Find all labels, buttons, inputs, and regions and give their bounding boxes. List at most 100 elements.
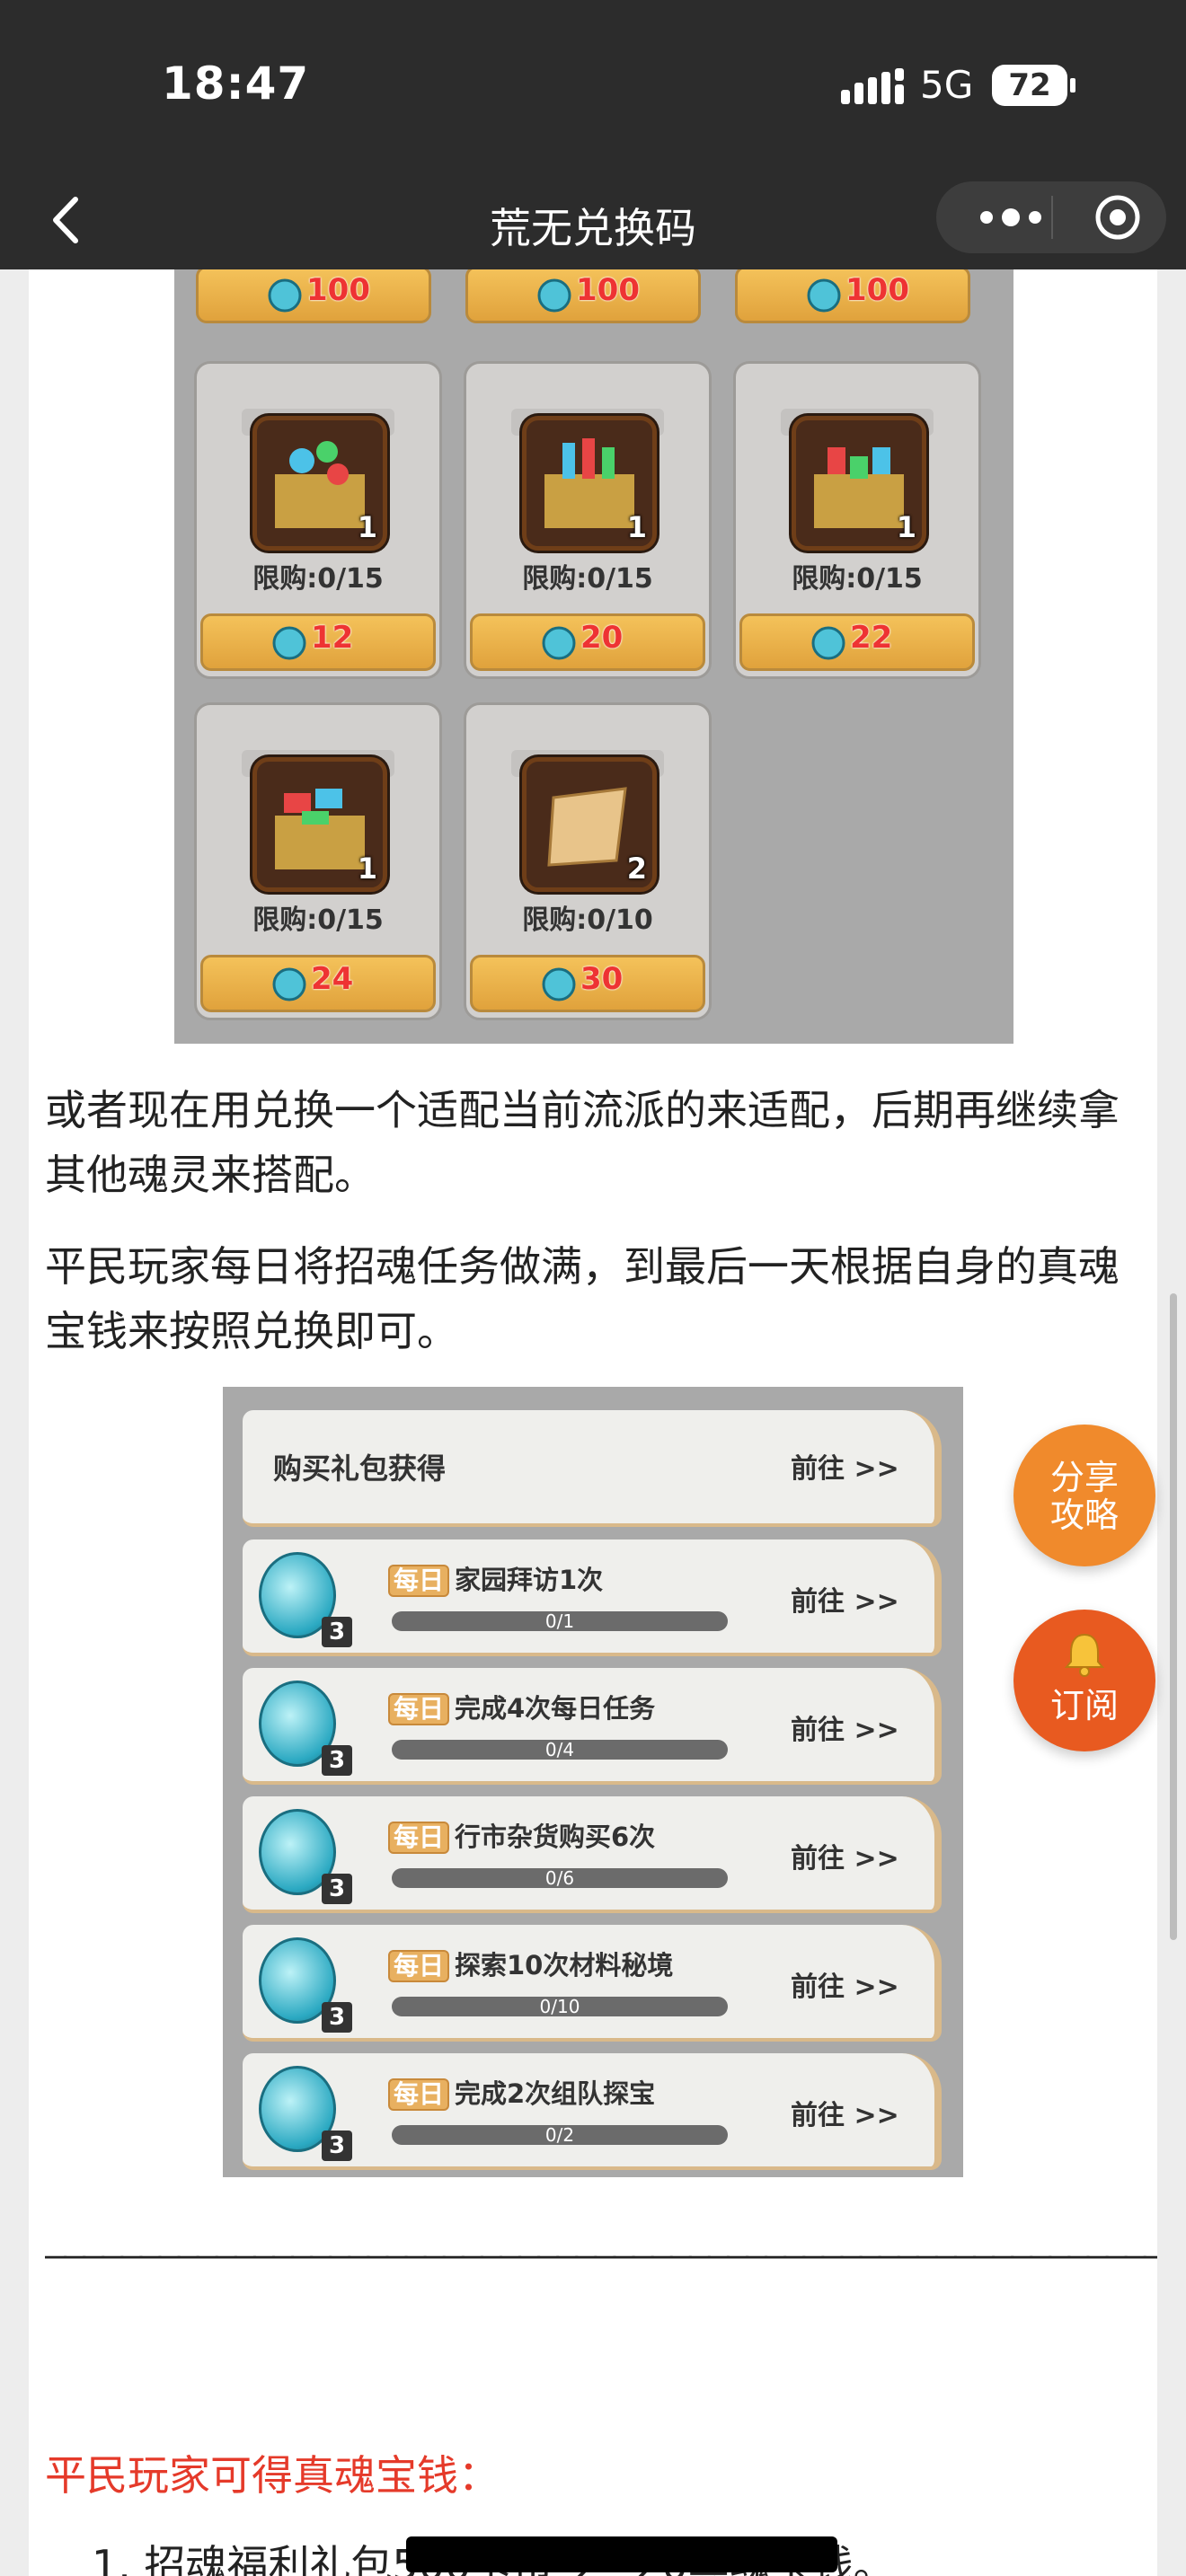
treasure-chest-icon: 1 <box>252 416 387 551</box>
signal-icon <box>841 68 904 104</box>
task-row: 3 每日 家园拜访1次 0/1 前往 >> <box>243 1539 942 1656</box>
item-count: 1 <box>357 510 377 544</box>
soul-coin-icon <box>807 278 841 313</box>
article-paragraph: 平民玩家每日将招魂任务做满，到最后一天根据自身的真魂宝钱来按照兑换即可。 <box>45 1242 1120 1355</box>
goto-button[interactable]: 前往 >> <box>791 1579 899 1619</box>
share-guide-button[interactable]: 分享 攻略 <box>1013 1425 1155 1566</box>
shop-item-card[interactable]: 1 限购:0/15 12 <box>194 361 442 679</box>
price-button[interactable]: 20 <box>470 613 705 671</box>
price-value: 22 <box>850 620 893 656</box>
task-name: 家园拜访1次 <box>455 1565 604 1595</box>
purchase-limit: 限购:0/15 <box>792 563 923 595</box>
redaction-bar <box>406 2536 837 2572</box>
subscribe-button[interactable]: 订阅 <box>1013 1610 1155 1751</box>
item-count: 1 <box>896 510 916 544</box>
price-button[interactable]: 22 <box>739 613 975 671</box>
progress-bar: 0/1 <box>392 1611 728 1631</box>
article-paragraph: 或者现在用兑换一个适配当前流派的来适配，后期再继续拿其他魂灵来搭配。 <box>45 1086 1120 1199</box>
task-row: 3 每日 完成2次组队探宝 0/2 前往 >> <box>243 2053 942 2170</box>
price-tag: 100 <box>735 269 970 323</box>
soul-coin-icon <box>811 626 845 660</box>
task-row: 3 每日 探索10次材料秘境 0/10 前往 >> <box>243 1925 942 2042</box>
shop-item-card[interactable]: 1 限购:0/15 20 <box>464 361 712 679</box>
soul-coin-icon <box>542 967 576 1001</box>
status-bar: 18:47 5G 72 <box>0 0 1186 171</box>
scroll-ticket-icon: 2 <box>522 757 657 892</box>
soul-coin-icon <box>537 278 571 313</box>
soul-coin-icon <box>272 626 306 660</box>
mini-program-capsule <box>936 181 1166 253</box>
price-value: 100 <box>576 272 640 308</box>
purchase-limit: 限购:0/15 <box>252 904 384 936</box>
price-button[interactable]: 30 <box>470 955 705 1012</box>
price-tag: 100 <box>196 269 431 323</box>
article-content: 100 100 100 1 限购:0/15 12 1 限购:0/15 20 1 … <box>29 269 1157 2576</box>
progress-bar: 0/6 <box>392 1868 728 1888</box>
goto-button[interactable]: 前往 >> <box>791 1707 899 1747</box>
dash-divider: ————————————————————————————————————————… <box>45 2235 1157 2276</box>
item-count: 1 <box>626 510 647 544</box>
item-count: 2 <box>626 851 647 886</box>
section-heading: 平民玩家可得真魂宝钱： <box>45 2451 500 2500</box>
more-icon[interactable] <box>970 203 1051 232</box>
daily-tag: 每日 <box>388 1950 450 1982</box>
daily-tag: 每日 <box>388 2078 450 2111</box>
price-value: 100 <box>306 272 370 308</box>
price-value: 100 <box>845 272 909 308</box>
nav-bar: 荒无兑换码 <box>0 171 1186 269</box>
battery-icon: 72 <box>992 65 1075 106</box>
task-name: 完成4次每日任务 <box>455 1693 656 1724</box>
reward-count: 3 <box>322 2130 352 2161</box>
purchase-limit: 限购:0/15 <box>522 563 653 595</box>
task-name: 完成2次组队探宝 <box>455 2078 656 2109</box>
progress-bar: 0/10 <box>392 1997 728 2016</box>
reward-count: 3 <box>322 1874 352 1904</box>
task-screenshot: 购买礼包获得 前往 >> 3 每日 家园拜访1次 0/1 前往 >> 3 每日 … <box>223 1387 963 2177</box>
bell-icon <box>1064 1633 1105 1677</box>
progress-bar: 0/4 <box>392 1740 728 1760</box>
task-row: 3 每日 行市杂货购买6次 0/6 前往 >> <box>243 1796 942 1913</box>
gift-pack-row: 购买礼包获得 前往 >> <box>243 1410 942 1527</box>
subscribe-label: 订阅 <box>1049 1686 1119 1725</box>
price-value: 24 <box>311 961 354 997</box>
reward-count: 3 <box>322 1745 352 1776</box>
task-name: 探索10次材料秘境 <box>455 1950 674 1981</box>
soul-coin-icon <box>268 278 302 313</box>
shop-item-card[interactable]: 1 限购:0/15 22 <box>733 361 981 679</box>
soul-coin-icon <box>272 967 306 1001</box>
purchase-limit: 限购:0/15 <box>252 563 384 595</box>
scrollbar[interactable] <box>1170 1293 1177 1940</box>
shop-item-card[interactable]: 1 限购:0/15 24 <box>194 702 442 1020</box>
daily-tag: 每日 <box>388 1565 450 1597</box>
goto-button[interactable]: 前往 >> <box>791 1836 899 1875</box>
close-miniprogram-icon[interactable] <box>1094 194 1141 241</box>
reward-count: 3 <box>322 1617 352 1647</box>
progress-bar: 0/2 <box>392 2125 728 2145</box>
status-time: 18:47 <box>162 57 310 110</box>
goto-button[interactable]: 前往 >> <box>791 1446 899 1486</box>
treasure-chest-icon: 1 <box>252 757 387 892</box>
network-type: 5G <box>920 63 974 107</box>
daily-tag: 每日 <box>388 1822 450 1854</box>
soul-coin-icon <box>542 626 576 660</box>
task-row: 3 每日 完成4次每日任务 0/4 前往 >> <box>243 1668 942 1785</box>
treasure-chest-icon: 1 <box>792 416 926 551</box>
item-count: 1 <box>357 851 377 886</box>
price-button[interactable]: 24 <box>200 955 436 1012</box>
reward-count: 3 <box>322 2002 352 2033</box>
shop-screenshot: 100 100 100 1 限购:0/15 12 1 限购:0/15 20 1 … <box>174 269 1013 1044</box>
price-button[interactable]: 12 <box>200 613 436 671</box>
price-value: 20 <box>580 620 624 656</box>
price-tag: 100 <box>465 269 701 323</box>
purchase-limit: 限购:0/10 <box>522 904 653 936</box>
daily-tag: 每日 <box>388 1693 450 1725</box>
goto-button[interactable]: 前往 >> <box>791 1964 899 2004</box>
share-label-line2: 攻略 <box>1049 1495 1119 1535</box>
price-value: 30 <box>580 961 624 997</box>
treasure-chest-icon: 1 <box>522 416 657 551</box>
capsule-divider <box>1051 196 1053 239</box>
price-value: 12 <box>311 620 354 656</box>
share-label-line1: 分享 <box>1049 1458 1119 1497</box>
shop-item-card[interactable]: 2 限购:0/10 30 <box>464 702 712 1020</box>
goto-button[interactable]: 前往 >> <box>791 2093 899 2132</box>
